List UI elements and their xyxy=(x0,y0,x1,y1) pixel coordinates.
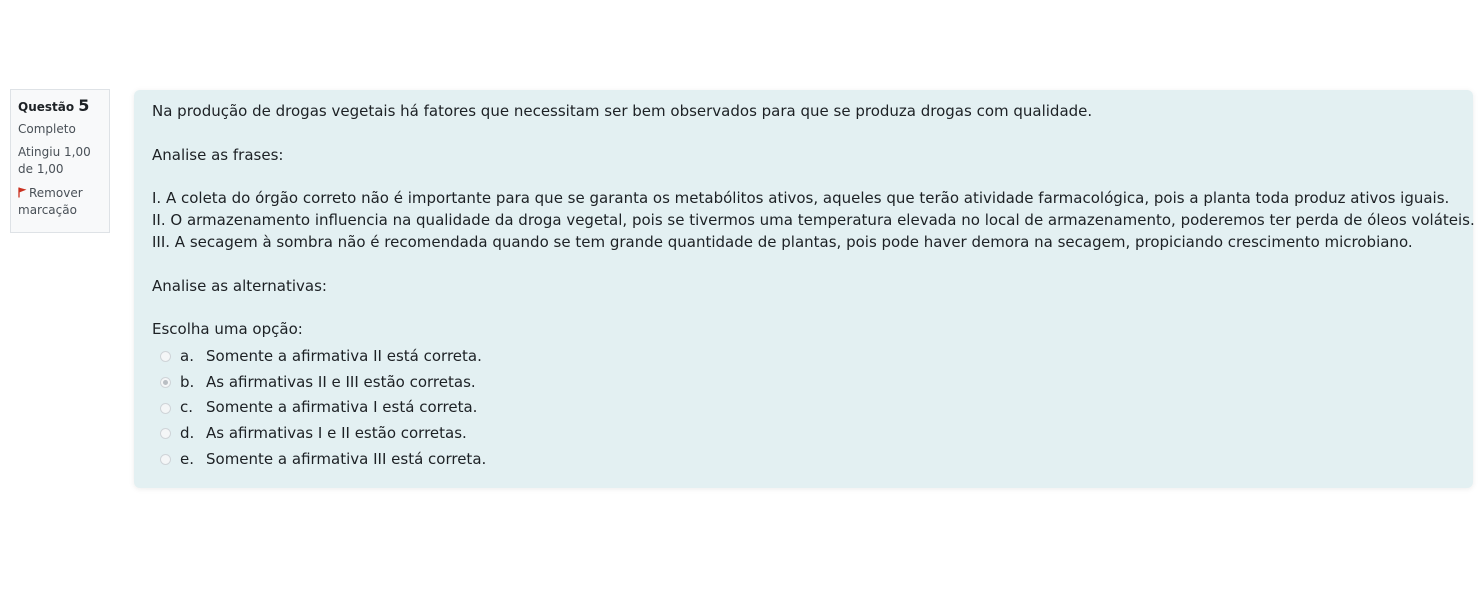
answer-option-a[interactable]: a. Somente a afirmativa II está correta. xyxy=(152,344,1455,370)
choose-option-prompt: Escolha uma opção: xyxy=(152,320,303,339)
answer-option-d[interactable]: d. As afirmativas I e II estão corretas. xyxy=(152,421,1455,447)
answer-text: Somente a afirmativa II está correta. xyxy=(206,346,482,365)
answer-letter: e. xyxy=(180,449,194,468)
answer-option-c[interactable]: c. Somente a afirmativa I está correta. xyxy=(152,395,1455,421)
question-intro: Na produção de drogas vegetais há fatore… xyxy=(152,102,1093,120)
answer-text: As afirmativas II e III estão corretas. xyxy=(206,372,476,391)
analyse-alternatives-label: Analise as alternativas: xyxy=(152,276,327,295)
answer-letter: d. xyxy=(180,423,195,442)
answer-letter: a. xyxy=(180,346,194,365)
question-label: Questão xyxy=(18,100,75,114)
answer-option-b[interactable]: b. As afirmativas II e III estão correta… xyxy=(152,370,1455,396)
question-number: 5 xyxy=(78,96,90,115)
flag-icon xyxy=(18,186,27,198)
statement-3: III. A secagem à sombra não é recomendad… xyxy=(152,232,1413,251)
radio-button-checked[interactable] xyxy=(160,376,171,388)
answer-text: As afirmativas I e II estão corretas. xyxy=(206,423,467,442)
question-content: Na produção de drogas vegetais há fatore… xyxy=(134,90,1475,488)
question-state: Completo xyxy=(18,122,76,136)
answer-text: Somente a afirmativa III está correta. xyxy=(206,449,487,468)
analyse-phrases-label: Analise as frases: xyxy=(152,145,284,164)
answer-option-e[interactable]: e. Somente a afirmativa III está correta… xyxy=(152,447,1455,473)
question-number-heading: Questão 5 xyxy=(18,96,102,117)
radio-button[interactable] xyxy=(160,402,171,414)
statement-2: II. O armazenamento influencia na qualid… xyxy=(152,211,1475,230)
statement-1: I. A coleta do órgão correto não é impor… xyxy=(152,189,1450,208)
radio-button[interactable] xyxy=(160,351,171,363)
remove-flag-label: Remover marcação xyxy=(18,186,83,217)
remove-flag-button[interactable]: Remover marcação xyxy=(18,185,102,219)
question-grade: Atingiu 1,00 de 1,00 xyxy=(18,145,91,176)
radio-button[interactable] xyxy=(160,428,171,440)
radio-button[interactable] xyxy=(160,454,171,466)
answer-list: a. Somente a afirmativa II está correta.… xyxy=(152,344,1455,472)
quiz-page: Questão 5 Completo Atingiu 1,00 de 1,00 … xyxy=(0,0,1480,591)
answer-letter: c. xyxy=(180,398,194,417)
question-info-panel: Questão 5 Completo Atingiu 1,00 de 1,00 … xyxy=(10,89,110,233)
answer-text: Somente a afirmativa I está correta. xyxy=(206,398,478,417)
answer-letter: b. xyxy=(180,372,195,391)
